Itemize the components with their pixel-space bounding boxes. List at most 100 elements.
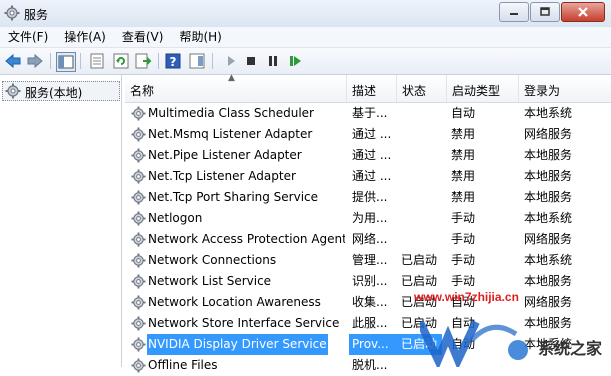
- service-status: 已启动: [401, 253, 438, 267]
- service-name-cell: Net.Pipe Listener Adapter: [129, 145, 345, 166]
- service-name: Network Store Interface Service: [148, 316, 340, 330]
- sort-ascending-icon: ▲: [228, 73, 235, 83]
- service-name: Offline Files: [148, 358, 218, 372]
- service-startup-type: 手动: [451, 274, 476, 288]
- service-log-on-as: 本地系统: [524, 253, 573, 267]
- service-gear-icon: [131, 106, 146, 121]
- service-startup-type: 禁用: [451, 169, 476, 183]
- view-pane-icon[interactable]: [188, 52, 206, 70]
- service-status: [397, 187, 442, 208]
- watermark-logo: 系统之家: [420, 320, 603, 367]
- column-header-status[interactable]: 状态: [397, 75, 447, 102]
- title-bar: 服务: [0, 0, 611, 28]
- service-row[interactable]: Network List Service 识别... 已启动 手动 本地服务: [125, 271, 611, 292]
- service-status: [397, 166, 442, 187]
- forward-arrow-icon[interactable]: [26, 52, 44, 70]
- column-header-log-on-as[interactable]: 登录为: [519, 75, 611, 102]
- service-name-cell: Network Connections: [129, 250, 345, 271]
- service-description: 提供...: [352, 190, 388, 204]
- start-service-icon[interactable]: [222, 52, 240, 70]
- toolbar-separator: [158, 53, 159, 69]
- service-name-cell: NVIDIA Display Driver Service: [129, 334, 345, 355]
- service-name: Netlogon: [148, 211, 203, 225]
- service-log-on-as: 本地服务: [524, 169, 573, 183]
- service-row[interactable]: Netlogon 为用... 手动 本地系统: [125, 208, 611, 229]
- service-row[interactable]: Net.Tcp Port Sharing Service 提供... 禁用 本地服务: [125, 187, 611, 208]
- export-list-icon[interactable]: [134, 52, 152, 70]
- service-gear-icon: [131, 190, 146, 205]
- service-name-cell: Net.Tcp Listener Adapter: [129, 166, 345, 187]
- maximize-button[interactable]: [530, 2, 560, 22]
- toolbar-separator: [50, 53, 51, 69]
- tree-item-services-local[interactable]: 服务(本地): [2, 81, 120, 101]
- service-name: Network Location Awareness: [148, 295, 321, 309]
- service-gear-icon: [131, 253, 146, 268]
- service-status: [397, 124, 442, 145]
- column-header-startup-type[interactable]: 启动类型: [447, 75, 519, 102]
- service-description: 脱机...: [352, 358, 388, 372]
- service-row[interactable]: Network Access Protection Agent 网络... 手动 网络…: [125, 229, 611, 250]
- service-description: 为用...: [352, 211, 388, 225]
- service-row[interactable]: Net.Pipe Listener Adapter 通过 ... 禁用 本地服务: [125, 145, 611, 166]
- show-hide-console-tree-icon[interactable]: [56, 52, 76, 72]
- service-log-on-as: 本地服务: [524, 148, 573, 162]
- service-log-on-as: 本地服务: [524, 190, 573, 204]
- stop-service-icon[interactable]: [242, 52, 260, 70]
- service-row[interactable]: Network Connections 管理... 已启动 手动 本地系统: [125, 250, 611, 271]
- console-tree: 服务(本地): [0, 75, 122, 367]
- service-row[interactable]: Net.Msmq Listener Adapter 通过 ... 禁用 网络服务: [125, 124, 611, 145]
- service-name: Network List Service: [148, 274, 272, 288]
- restart-service-icon[interactable]: [286, 52, 304, 70]
- properties-sheet-icon[interactable]: [88, 52, 106, 70]
- service-name-cell: Net.Tcp Port Sharing Service: [129, 187, 345, 208]
- service-name: Network Access Protection Agent: [148, 232, 345, 246]
- service-status: [397, 145, 442, 166]
- menu-help[interactable]: 帮助(H): [171, 27, 229, 47]
- watermark-logo-text: 系统之家: [538, 339, 603, 358]
- service-gear-icon: [131, 358, 146, 373]
- minimize-icon: [510, 13, 518, 15]
- service-name: Net.Tcp Listener Adapter: [148, 169, 296, 183]
- service-description: 基于...: [352, 106, 388, 120]
- service-status: [397, 103, 442, 124]
- service-name: NVIDIA Display Driver Service: [147, 334, 328, 355]
- service-log-on-as: 本地系统: [524, 106, 573, 120]
- pause-service-icon[interactable]: [264, 52, 282, 70]
- service-startup-type: 禁用: [451, 127, 476, 141]
- service-name-cell: Network Store Interface Service: [129, 313, 345, 334]
- service-startup-type: 手动: [451, 232, 476, 246]
- menu-view[interactable]: 查看(V): [114, 27, 172, 47]
- service-description: 识别...: [352, 274, 388, 288]
- service-gear-icon: [131, 274, 146, 289]
- column-header-description[interactable]: 描述: [347, 75, 397, 102]
- services-gear-icon: [4, 5, 20, 21]
- column-header-name[interactable]: ▲ 名称: [125, 73, 347, 102]
- service-row[interactable]: Net.Tcp Listener Adapter 通过 ... 禁用 本地服务: [125, 166, 611, 187]
- service-name: Net.Tcp Port Sharing Service: [148, 190, 319, 204]
- column-header-row: ▲ 名称 描述 状态 启动类型 登录为: [125, 73, 611, 103]
- service-name-cell: Net.Msmq Listener Adapter: [129, 124, 345, 145]
- service-name-cell: Network Location Awareness: [129, 292, 345, 313]
- service-startup-type: 禁用: [451, 148, 476, 162]
- menu-action[interactable]: 操作(A): [56, 27, 114, 47]
- toolbar-separator: [80, 53, 81, 69]
- menu-file[interactable]: 文件(F): [0, 27, 56, 47]
- service-row[interactable]: Multimedia Class Scheduler 基于... 自动 本地系统: [125, 103, 611, 124]
- toolbar: ?: [0, 48, 611, 75]
- close-button[interactable]: [561, 2, 605, 22]
- service-name: Net.Msmq Listener Adapter: [148, 127, 313, 141]
- refresh-icon[interactable]: [112, 52, 130, 70]
- minimize-button[interactable]: [499, 2, 529, 22]
- service-gear-icon: [131, 127, 146, 142]
- service-name-cell: Network List Service: [129, 271, 345, 292]
- service-startup-type: 自动: [451, 106, 476, 120]
- window-title: 服务: [24, 8, 49, 22]
- help-icon[interactable]: ?: [164, 52, 182, 70]
- service-gear-icon: [131, 316, 146, 331]
- service-name: Net.Pipe Listener Adapter: [148, 148, 302, 162]
- service-log-on-as: 本地系统: [524, 211, 573, 225]
- service-description: Prov...: [349, 334, 397, 355]
- service-gear-icon: [131, 148, 146, 163]
- back-arrow-icon[interactable]: [4, 52, 22, 70]
- tree-item-label: 服务(本地): [25, 86, 83, 100]
